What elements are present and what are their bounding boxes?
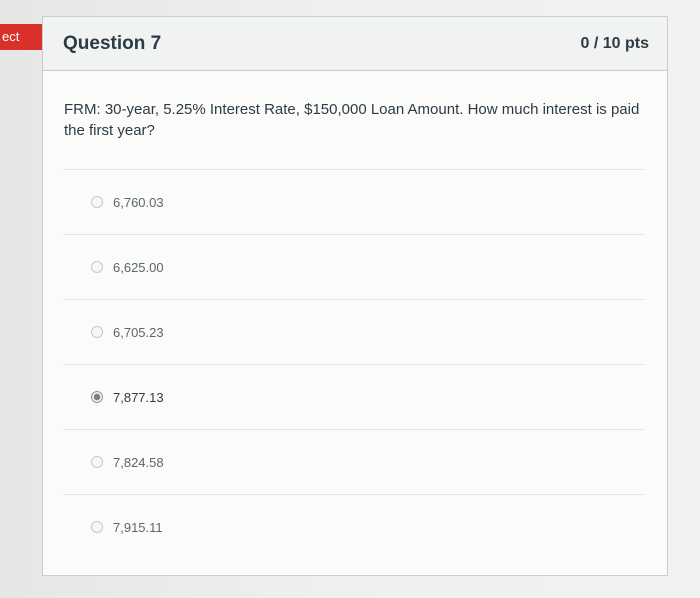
answer-option[interactable]: 7,824.58 [63, 429, 645, 494]
answer-label: 7,824.58 [113, 454, 164, 470]
radio-button[interactable] [91, 196, 103, 208]
question-points: 0 / 10 pts [580, 34, 649, 52]
question-card: Question 7 0 / 10 pts FRM: 30-year, 5.25… [42, 16, 668, 576]
radio-button-selected[interactable] [91, 391, 103, 403]
answer-option[interactable]: 6,760.03 [63, 169, 645, 234]
answer-option[interactable]: 7,915.11 [63, 494, 645, 559]
answer-list: 6,760.03 6,625.00 6,705.23 7,877.13 7,82… [63, 169, 645, 559]
answer-label: 6,625.00 [113, 259, 164, 275]
answer-option[interactable]: 6,625.00 [63, 234, 645, 299]
side-tab-label: ect [2, 29, 20, 44]
question-title: Question 7 [63, 32, 162, 54]
question-text: FRM: 30-year, 5.25% Interest Rate, $150,… [64, 101, 640, 139]
radio-button[interactable] [91, 521, 103, 533]
radio-button[interactable] [91, 326, 103, 338]
answer-label: 6,760.03 [113, 194, 164, 210]
answer-label: 7,877.13 [113, 389, 164, 405]
radio-button[interactable] [91, 456, 103, 468]
radio-button[interactable] [91, 261, 103, 273]
answer-label: 7,915.11 [113, 519, 163, 535]
answer-option-selected[interactable]: 7,877.13 [63, 364, 645, 429]
answer-label: 6,705.23 [113, 324, 164, 340]
question-header: Question 7 0 / 10 pts [43, 17, 667, 71]
answer-option[interactable]: 6,705.23 [63, 299, 645, 364]
